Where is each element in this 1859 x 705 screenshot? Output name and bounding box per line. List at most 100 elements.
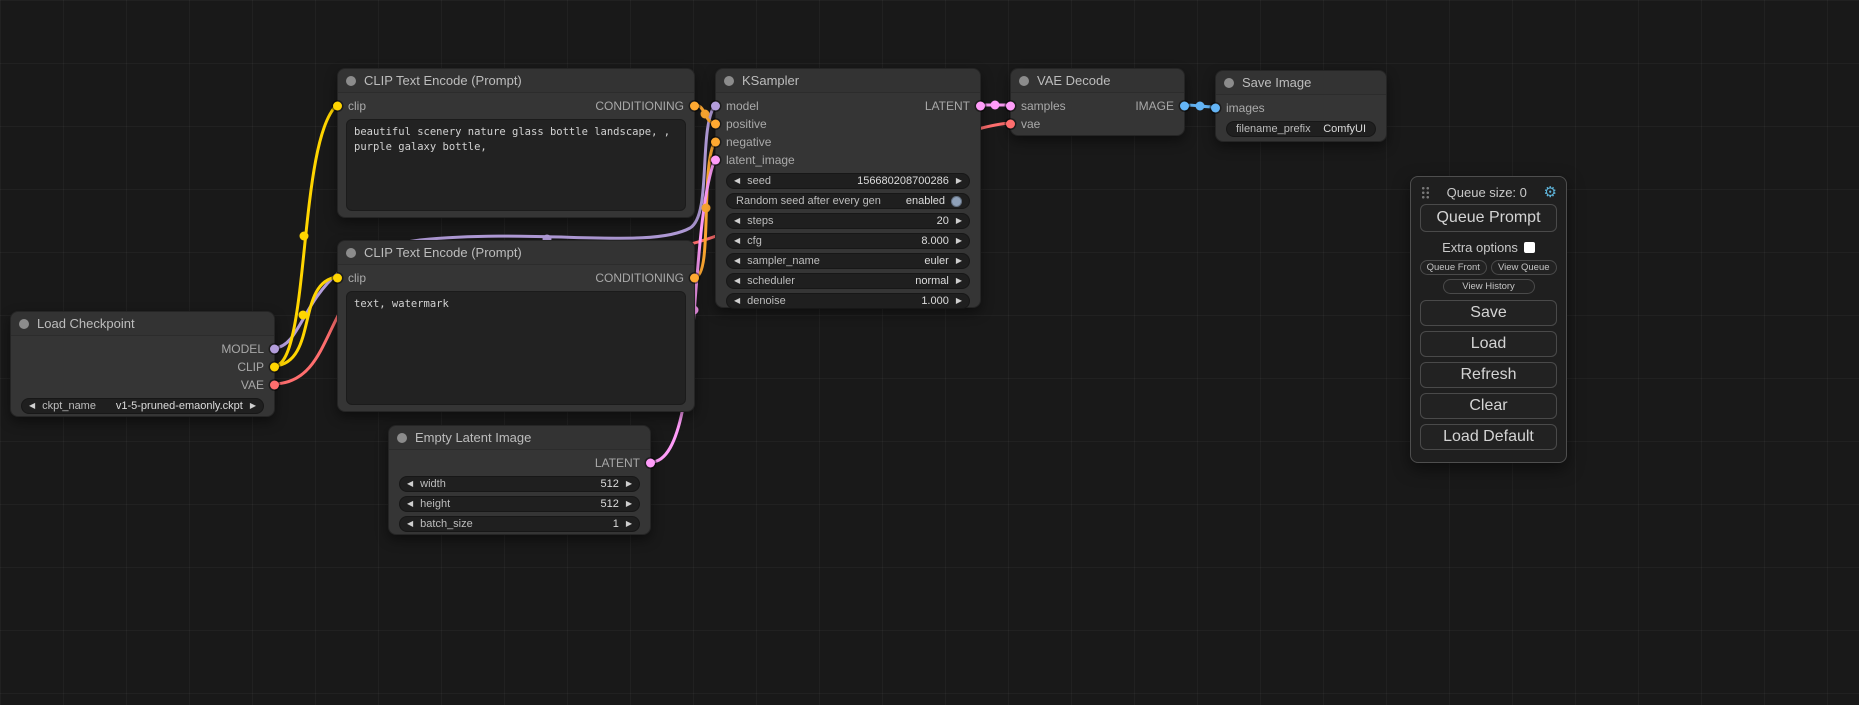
node-title-bar[interactable]: KSampler [716, 69, 980, 93]
collapse-dot-icon[interactable] [397, 433, 407, 443]
node-title-bar[interactable]: Load Checkpoint [11, 312, 274, 336]
node-ksampler[interactable]: KSampler model LATENT positive negative … [715, 68, 981, 308]
refresh-button[interactable]: Refresh [1420, 362, 1557, 388]
cfg-widget[interactable]: ◀ cfg 8.000 ▶ [726, 233, 970, 249]
vae-input-slot[interactable] [1006, 120, 1015, 129]
latent-image-input-slot[interactable] [711, 156, 720, 165]
decrement-arrow-icon[interactable]: ◀ [407, 500, 413, 508]
filename-prefix-widget[interactable]: filename_prefix ComfyUI [1226, 121, 1376, 137]
node-vae-decode[interactable]: VAE Decode samples IMAGE vae [1010, 68, 1185, 136]
conditioning-output-slot[interactable] [690, 102, 699, 111]
node-title-bar[interactable]: VAE Decode [1011, 69, 1184, 93]
increment-arrow-icon[interactable]: ▶ [956, 277, 962, 285]
batch-size-widget[interactable]: ◀ batch_size 1 ▶ [399, 516, 640, 532]
clip-input-slot[interactable] [333, 274, 342, 283]
load-default-button[interactable]: Load Default [1420, 424, 1557, 450]
queue-front-button[interactable]: Queue Front [1420, 260, 1487, 275]
node-title-bar[interactable]: Save Image [1216, 71, 1386, 95]
increment-arrow-icon[interactable]: ▶ [956, 257, 962, 265]
node-title: Empty Latent Image [415, 430, 531, 445]
node-empty-latent-image[interactable]: Empty Latent Image LATENT ◀ width 512 ▶ … [388, 425, 651, 535]
width-widget[interactable]: ◀ width 512 ▶ [399, 476, 640, 492]
increment-arrow-icon[interactable]: ▶ [626, 520, 632, 528]
node-title-bar[interactable]: CLIP Text Encode (Prompt) [338, 69, 694, 93]
denoise-widget[interactable]: ◀ denoise 1.000 ▶ [726, 293, 970, 309]
extra-options-checkbox[interactable] [1524, 242, 1535, 253]
node-save-image[interactable]: Save Image images filename_prefix ComfyU… [1215, 70, 1387, 142]
widget-label: height [420, 498, 450, 510]
node-title: Save Image [1242, 75, 1311, 90]
collapse-dot-icon[interactable] [346, 76, 356, 86]
increment-arrow-icon[interactable]: ▶ [956, 177, 962, 185]
scheduler-widget[interactable]: ◀ scheduler normal ▶ [726, 273, 970, 289]
load-button[interactable]: Load [1420, 331, 1557, 357]
node-title-bar[interactable]: Empty Latent Image [389, 426, 650, 450]
view-history-button[interactable]: View History [1443, 279, 1535, 294]
clip-input-slot[interactable] [333, 102, 342, 111]
decrement-arrow-icon[interactable]: ◀ [29, 402, 35, 410]
widget-label: cfg [747, 235, 762, 247]
clear-button[interactable]: Clear [1420, 393, 1557, 419]
random-seed-toggle-widget[interactable]: Random seed after every gen enabled [726, 193, 970, 209]
save-button[interactable]: Save [1420, 300, 1557, 326]
images-input-slot[interactable] [1211, 104, 1220, 113]
queue-panel[interactable]: Queue size: 0 ⚙ Queue Prompt Extra optio… [1410, 176, 1567, 463]
wire-midpoint-dot [702, 204, 711, 213]
seed-widget[interactable]: ◀ seed 156680208700286 ▶ [726, 173, 970, 189]
node-clip-text-encode-positive[interactable]: CLIP Text Encode (Prompt) clip CONDITION… [337, 68, 695, 218]
node-title-bar[interactable]: CLIP Text Encode (Prompt) [338, 241, 694, 265]
increment-arrow-icon[interactable]: ▶ [956, 217, 962, 225]
collapse-dot-icon[interactable] [19, 319, 29, 329]
widget-value: euler [924, 255, 948, 267]
collapse-dot-icon[interactable] [1224, 78, 1234, 88]
conditioning-output-slot[interactable] [690, 274, 699, 283]
comfyui-canvas[interactable]: { "colors": { "model": "#B39DDB", "clip"… [0, 0, 1859, 705]
vae-output-slot[interactable] [270, 381, 279, 390]
node-load-checkpoint[interactable]: Load Checkpoint MODEL CLIP VAE ◀ ckpt_na… [10, 311, 275, 417]
negative-input-slot[interactable] [711, 138, 720, 147]
drag-handle-icon[interactable] [1421, 186, 1430, 199]
model-output-slot[interactable] [270, 345, 279, 354]
steps-widget[interactable]: ◀ steps 20 ▶ [726, 213, 970, 229]
toggle-knob-icon[interactable] [951, 196, 962, 207]
wire-midpoint-dot [1196, 102, 1205, 111]
negative-prompt-textarea[interactable]: text, watermark [346, 291, 686, 405]
height-widget[interactable]: ◀ height 512 ▶ [399, 496, 640, 512]
samples-input-slot[interactable] [1006, 102, 1015, 111]
collapse-dot-icon[interactable] [724, 76, 734, 86]
increment-arrow-icon[interactable]: ▶ [250, 402, 256, 410]
widget-value: 1 [613, 518, 619, 530]
increment-arrow-icon[interactable]: ▶ [956, 297, 962, 305]
increment-arrow-icon[interactable]: ▶ [956, 237, 962, 245]
sampler-name-widget[interactable]: ◀ sampler_name euler ▶ [726, 253, 970, 269]
latent-output-slot[interactable] [976, 102, 985, 111]
ckpt-name-widget[interactable]: ◀ ckpt_name v1-5-pruned-emaonly.ckpt ▶ [21, 398, 264, 414]
decrement-arrow-icon[interactable]: ◀ [734, 297, 740, 305]
positive-prompt-textarea[interactable]: beautiful scenery nature glass bottle la… [346, 119, 686, 211]
node-clip-text-encode-negative[interactable]: CLIP Text Encode (Prompt) clip CONDITION… [337, 240, 695, 412]
widget-label: denoise [747, 295, 786, 307]
clip-output-slot[interactable] [270, 363, 279, 372]
settings-gear-icon[interactable]: ⚙ [1544, 185, 1557, 200]
collapse-dot-icon[interactable] [1019, 76, 1029, 86]
latent-output-slot[interactable] [646, 459, 655, 468]
decrement-arrow-icon[interactable]: ◀ [734, 217, 740, 225]
increment-arrow-icon[interactable]: ▶ [626, 500, 632, 508]
decrement-arrow-icon[interactable]: ◀ [734, 237, 740, 245]
decrement-arrow-icon[interactable]: ◀ [734, 257, 740, 265]
positive-input-slot[interactable] [711, 120, 720, 129]
decrement-arrow-icon[interactable]: ◀ [734, 277, 740, 285]
widget-label: width [420, 478, 446, 490]
widget-label: sampler_name [747, 255, 820, 267]
decrement-arrow-icon[interactable]: ◀ [407, 480, 413, 488]
queue-prompt-button[interactable]: Queue Prompt [1420, 204, 1557, 232]
decrement-arrow-icon[interactable]: ◀ [734, 177, 740, 185]
model-input-slot[interactable] [711, 102, 720, 111]
image-output-slot[interactable] [1180, 102, 1189, 111]
view-queue-button[interactable]: View Queue [1491, 260, 1558, 275]
decrement-arrow-icon[interactable]: ◀ [407, 520, 413, 528]
widget-value: ComfyUI [1323, 123, 1366, 135]
clip-input-label: clip [348, 99, 366, 113]
collapse-dot-icon[interactable] [346, 248, 356, 258]
increment-arrow-icon[interactable]: ▶ [626, 480, 632, 488]
